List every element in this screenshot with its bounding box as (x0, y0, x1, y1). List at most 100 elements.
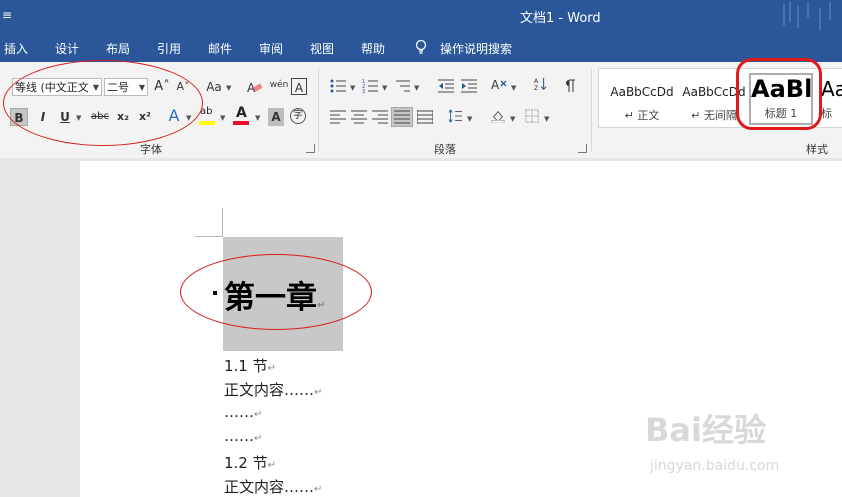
align-center-icon[interactable] (351, 110, 367, 124)
align-left-icon[interactable] (330, 110, 346, 124)
paragraph-dialog-launcher-icon[interactable] (578, 144, 587, 153)
bold-button[interactable]: B (10, 108, 28, 126)
paragraph-text: …… (224, 427, 254, 445)
paragraph-mark: ↵ (267, 460, 277, 471)
change-case-button[interactable]: Aa (203, 78, 225, 96)
phonetic-guide-button[interactable]: wén (268, 76, 290, 94)
paragraph-mark: ↵ (267, 363, 277, 374)
svg-text:3: 3 (362, 89, 365, 93)
style-no-spacing[interactable]: AaBbCcDd ↵ 无间隔 (679, 73, 749, 125)
chevron-down-icon: ▼ (186, 114, 192, 122)
font-size-value: 二号 (107, 81, 129, 94)
baidu-watermark: Bai经验 (645, 411, 766, 449)
lightbulb-icon (415, 39, 427, 54)
font-group-label: 字体 (140, 143, 162, 156)
decrease-indent-icon[interactable] (438, 79, 454, 93)
align-right-icon[interactable] (372, 110, 388, 124)
style-name: 标 (821, 107, 832, 120)
font-color-label: A (236, 105, 247, 121)
shading-icon[interactable] (490, 109, 506, 123)
body-paragraph[interactable]: ……↵ (224, 427, 262, 445)
style-sample: Aa (821, 77, 842, 101)
style-normal[interactable]: AaBbCcDd ↵ 正文 (607, 73, 677, 125)
style-heading-2[interactable]: Aa 标 (821, 73, 842, 125)
sort-icon[interactable]: A Z (533, 77, 549, 91)
style-sample: AaBbCcDd (610, 85, 674, 99)
italic-button[interactable]: I (34, 108, 52, 126)
borders-icon[interactable] (524, 109, 540, 123)
svg-text:Z: Z (534, 85, 538, 91)
tab-references[interactable]: 引用 (157, 40, 181, 57)
bullets-icon[interactable] (330, 79, 346, 93)
chevron-down-icon: ▼ (138, 83, 145, 92)
highlight-color-button[interactable]: ab (199, 106, 217, 128)
tell-me-search[interactable]: 操作说明搜索 (440, 40, 512, 57)
body-paragraph[interactable]: ……↵ (224, 403, 262, 421)
distributed-icon[interactable] (417, 110, 433, 124)
styles-gallery: AaBbCcDd ↵ 正文 AaBbCcDd ↵ 无间隔 AaBl 标题 1 A… (598, 68, 842, 128)
increase-indent-icon[interactable] (461, 79, 477, 93)
grow-font-button[interactable]: A˄ (153, 78, 171, 96)
chinese-layout-icon[interactable]: A (491, 78, 507, 92)
font-dialog-launcher-icon[interactable] (306, 144, 315, 153)
tab-help[interactable]: 帮助 (361, 40, 385, 57)
paragraph-group-label: 段落 (434, 143, 456, 156)
body-paragraph[interactable]: 1.2 节↵ (224, 452, 276, 473)
quick-access-icon[interactable]: ≡ (2, 8, 12, 22)
subscript-button[interactable]: x₂ (114, 108, 132, 126)
font-color-button[interactable]: A (233, 105, 251, 128)
chevron-down-icon: ▼ (467, 115, 473, 123)
shrink-font-button[interactable]: A˅ (174, 78, 192, 96)
strikethrough-button[interactable]: abc (88, 108, 112, 126)
paragraph-text: 1.1 节 (224, 357, 268, 375)
styles-group-label: 样式 (806, 143, 828, 156)
style-name: 标题 1 (764, 107, 798, 120)
paragraph-mark: ↵ (254, 409, 263, 420)
style-name: ↵ 无间隔 (691, 109, 737, 122)
margin-corner-mark (195, 236, 223, 237)
underline-button[interactable]: U (56, 108, 74, 126)
text-effects-button[interactable]: A (165, 107, 183, 125)
chapter-heading[interactable]: 第一章↵ (224, 272, 325, 317)
chapter-heading-text: 第一章 (224, 280, 317, 316)
body-paragraph[interactable]: 1.1 节↵ (224, 355, 276, 376)
justify-button[interactable] (391, 107, 413, 127)
paragraph-mark: ↵ (314, 387, 323, 398)
character-shading-button[interactable]: A (268, 108, 284, 126)
tab-review[interactable]: 审阅 (259, 40, 283, 57)
body-paragraph[interactable]: 正文内容……↵ (224, 379, 322, 400)
font-color-swatch (233, 121, 249, 125)
paragraph-mark: ↵ (317, 300, 326, 311)
margin-corner-mark (222, 208, 223, 236)
show-marks-icon[interactable] (565, 79, 581, 93)
chevron-down-icon: ▼ (220, 114, 226, 122)
svg-text:A: A (491, 78, 500, 92)
baidu-watermark-url: jingyan.baidu.com (650, 458, 780, 474)
chevron-down-icon: ▼ (382, 84, 388, 92)
paragraph-text: 正文内容…… (224, 381, 315, 399)
style-sample: AaBl (751, 75, 813, 103)
window-title: 文档1 - Word (520, 11, 601, 26)
font-size-combo[interactable]: 二号 ▼ (104, 78, 148, 96)
character-border-button[interactable]: A (291, 78, 307, 95)
tab-layout[interactable]: 布局 (106, 40, 130, 57)
chevron-down-icon: ▼ (350, 84, 356, 92)
multilevel-list-icon[interactable] (394, 79, 410, 93)
enclose-characters-button[interactable]: 字 (290, 108, 306, 124)
chevron-down-icon: ▼ (226, 84, 232, 92)
superscript-button[interactable]: x² (136, 108, 154, 126)
paragraph-mark: ↵ (314, 484, 323, 495)
justify-icon (394, 110, 410, 124)
font-name-combo[interactable]: 等线 (中文正文 ▼ (12, 78, 102, 96)
group-divider (318, 68, 319, 152)
style-heading-1[interactable]: AaBl 标题 1 (749, 73, 813, 125)
highlight-label: ab (200, 106, 213, 117)
tab-view[interactable]: 视图 (310, 40, 334, 57)
tab-mailings[interactable]: 邮件 (208, 40, 232, 57)
tab-insert[interactable]: 插入 (4, 40, 28, 57)
body-paragraph[interactable]: 正文内容……↵ (224, 476, 322, 497)
numbering-icon[interactable]: 123 (362, 79, 378, 93)
clear-format-icon[interactable]: A (247, 80, 263, 94)
tab-design[interactable]: 设计 (55, 40, 79, 57)
line-spacing-icon[interactable] (447, 109, 463, 123)
